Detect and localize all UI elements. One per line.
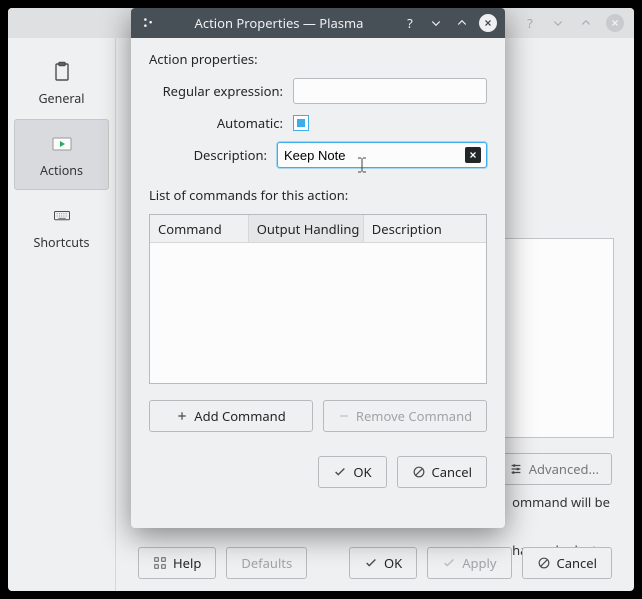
advanced-button[interactable]: Advanced... bbox=[496, 453, 612, 485]
check-icon bbox=[333, 465, 347, 479]
dialog-heading: Action properties: bbox=[149, 50, 487, 68]
sidebar-item-label: Shortcuts bbox=[33, 234, 89, 251]
bg-hint-text-1: ommand will be bbox=[512, 493, 610, 511]
bg-button-bar: Help Defaults OK Apply Cancel bbox=[116, 535, 634, 591]
keyboard-icon bbox=[48, 202, 76, 230]
add-command-label: Add Command bbox=[194, 407, 285, 425]
minus-icon bbox=[338, 410, 350, 422]
dialog-cancel-button[interactable]: Cancel bbox=[397, 456, 487, 488]
close-icon bbox=[483, 18, 493, 28]
app-menu-icon[interactable] bbox=[139, 14, 157, 32]
help-button[interactable]: Help bbox=[138, 547, 216, 579]
commands-table-header: Command Output Handling Description bbox=[150, 215, 486, 243]
bg-ok-label: OK bbox=[384, 554, 402, 572]
bg-cancel-label: Cancel bbox=[557, 554, 597, 572]
dialog-ok-label: OK bbox=[353, 463, 371, 481]
commands-table-body[interactable] bbox=[150, 243, 486, 383]
sidebar-item-general[interactable]: General bbox=[14, 48, 109, 117]
clear-text-icon[interactable] bbox=[465, 147, 481, 163]
regex-label: Regular expression: bbox=[149, 82, 283, 100]
defaults-button-label: Defaults bbox=[241, 554, 292, 572]
bg-apply-label: Apply bbox=[462, 554, 496, 572]
bg-apply-button[interactable]: Apply bbox=[427, 547, 511, 579]
dialog-title: Action Properties — Plasma bbox=[165, 14, 393, 32]
sliders-icon bbox=[509, 462, 523, 476]
action-properties-dialog: Action Properties — Plasma ? Action prop… bbox=[131, 8, 505, 528]
check-icon bbox=[364, 556, 378, 570]
help-icon[interactable]: ? bbox=[401, 14, 419, 32]
defaults-button[interactable]: Defaults bbox=[226, 547, 307, 579]
dialog-titlebar[interactable]: Action Properties — Plasma ? bbox=[131, 8, 505, 38]
automatic-label: Automatic: bbox=[149, 114, 283, 132]
sidebar-item-label: General bbox=[38, 90, 84, 107]
chevron-down-icon[interactable] bbox=[427, 14, 445, 32]
bg-cancel-button[interactable]: Cancel bbox=[522, 547, 612, 579]
col-command[interactable]: Command bbox=[150, 215, 249, 242]
help-icon: ? bbox=[522, 15, 538, 31]
sidebar-item-actions[interactable]: Actions bbox=[14, 119, 109, 190]
help-button-label: Help bbox=[173, 554, 201, 572]
dialog-footer: OK Cancel bbox=[149, 442, 487, 488]
sidebar-item-shortcuts[interactable]: Shortcuts bbox=[14, 192, 109, 261]
remove-command-label: Remove Command bbox=[356, 407, 472, 425]
dialog-cancel-label: Cancel bbox=[432, 463, 472, 481]
check-icon bbox=[442, 556, 456, 570]
description-label: Description: bbox=[149, 146, 267, 164]
sidebar-item-label: Actions bbox=[40, 162, 83, 179]
chevron-up-icon[interactable] bbox=[453, 14, 471, 32]
commands-table[interactable]: Command Output Handling Description bbox=[149, 214, 487, 384]
description-input[interactable] bbox=[277, 142, 487, 168]
col-description[interactable]: Description bbox=[364, 215, 486, 242]
close-button[interactable] bbox=[479, 14, 497, 32]
settings-sidebar: General Actions Shortcuts bbox=[8, 38, 116, 591]
col-output[interactable]: Output Handling bbox=[249, 215, 364, 242]
dialog-ok-button[interactable]: OK bbox=[318, 456, 386, 488]
clipboard-icon bbox=[48, 58, 76, 86]
play-action-icon bbox=[48, 130, 76, 158]
add-command-button[interactable]: Add Command bbox=[149, 400, 313, 432]
forbidden-icon bbox=[537, 556, 551, 570]
advanced-button-label: Advanced... bbox=[529, 460, 599, 478]
plus-icon bbox=[176, 410, 188, 422]
regex-input[interactable] bbox=[293, 78, 487, 104]
commands-heading: List of commands for this action: bbox=[149, 186, 487, 204]
chevron-up-icon bbox=[578, 15, 594, 31]
bg-ok-button[interactable]: OK bbox=[349, 547, 417, 579]
remove-command-button: Remove Command bbox=[323, 400, 487, 432]
automatic-checkbox[interactable] bbox=[293, 115, 309, 131]
help-grid-icon bbox=[153, 556, 167, 570]
chevron-down-icon bbox=[550, 15, 566, 31]
close-icon bbox=[606, 14, 624, 32]
forbidden-icon bbox=[412, 465, 426, 479]
